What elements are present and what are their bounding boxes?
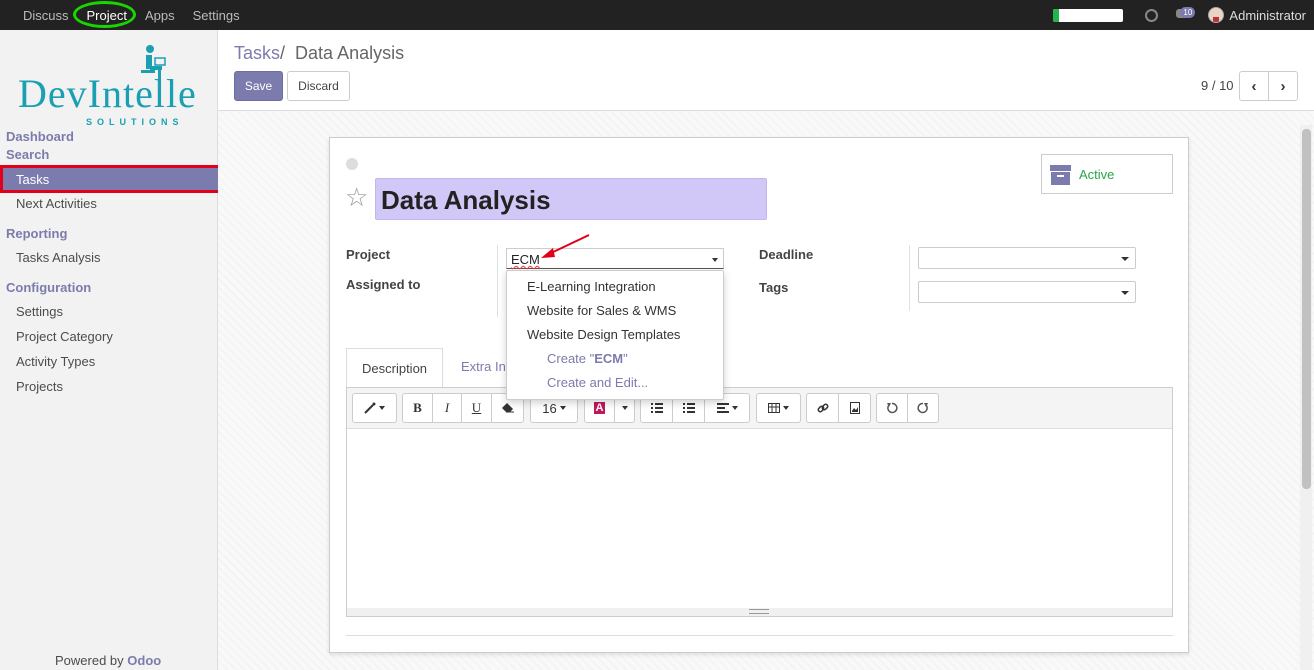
resize-grip-icon[interactable]	[749, 609, 769, 614]
field-divider-left	[497, 245, 498, 317]
link-icon[interactable]	[807, 394, 839, 422]
kanban-state-indicator[interactable]	[346, 158, 358, 170]
deadline-label: Deadline	[759, 247, 814, 262]
save-button[interactable]: Save	[234, 71, 283, 101]
table-icon[interactable]	[757, 394, 800, 422]
activity-clock-icon[interactable]	[1145, 8, 1159, 22]
menu-apps[interactable]: Apps	[136, 8, 184, 23]
chevron-right-icon: ›	[1280, 77, 1286, 95]
underline-icon[interactable]: U	[462, 394, 492, 422]
bold-icon[interactable]: B	[403, 394, 433, 422]
dropdown-option[interactable]: Website for Sales & WMS	[527, 303, 676, 318]
active-toggle-button[interactable]: Active	[1041, 154, 1173, 194]
user-name[interactable]: Administrator	[1229, 8, 1306, 23]
redo-icon[interactable]	[908, 394, 938, 422]
assigned-to-label: Assigned to	[346, 277, 421, 292]
chevron-left-icon: ‹	[1251, 77, 1257, 95]
messaging-icon[interactable]: 10	[1176, 7, 1196, 21]
sidebar-item-next-activities[interactable]: Next Activities	[16, 196, 97, 211]
editor-resize-bar[interactable]	[347, 608, 1172, 616]
logo-text: DevIntelle	[18, 71, 197, 116]
tags-field[interactable]	[918, 281, 1136, 303]
sidebar: DevIntelle SOLUTIONS Dashboard Search Ta…	[0, 30, 221, 670]
breadcrumb-separator: /	[280, 43, 286, 63]
dropdown-option[interactable]: Website Design Templates	[527, 327, 680, 342]
deadline-field[interactable]	[918, 247, 1136, 269]
tab-description[interactable]: Description	[346, 348, 443, 388]
top-navbar: Discuss Project Apps Settings 10 Adminis…	[0, 0, 1314, 30]
discard-button[interactable]: Discard	[287, 71, 350, 101]
history-group	[876, 393, 939, 423]
sidebar-item-project-category[interactable]: Project Category	[16, 329, 113, 344]
field-divider-right	[909, 245, 910, 311]
task-title-text: Data Analysis	[381, 185, 551, 215]
pager-previous-button[interactable]: ‹	[1239, 71, 1269, 101]
company-logo[interactable]: DevIntelle SOLUTIONS	[16, 44, 202, 134]
vertical-scrollbar[interactable]	[1300, 125, 1312, 670]
section-configuration: Configuration	[6, 280, 92, 295]
section-search[interactable]: Search	[6, 147, 49, 162]
breadcrumb: Tasks/ Data Analysis	[234, 43, 404, 64]
powered-by-prefix: Powered by	[55, 653, 124, 668]
form-separator	[346, 635, 1173, 636]
undo-icon[interactable]	[877, 394, 908, 422]
style-group	[352, 393, 397, 423]
tab-description-label: Description	[362, 361, 428, 376]
description-editor: B I U 16 A	[346, 387, 1173, 617]
sidebar-item-activity-types[interactable]: Activity Types	[16, 354, 95, 369]
annotation-arrow-icon	[541, 234, 590, 258]
sidebar-item-tasks-analysis[interactable]: Tasks Analysis	[16, 250, 101, 265]
table-group	[756, 393, 801, 423]
project-highlight-ellipse	[73, 1, 136, 28]
project-label: Project	[346, 247, 391, 262]
scrollbar-thumb[interactable]	[1302, 129, 1311, 489]
pager-value[interactable]: 9 / 10	[1201, 78, 1234, 93]
sidebar-item-projects[interactable]: Projects	[16, 379, 63, 394]
section-dashboard[interactable]: Dashboard	[6, 129, 74, 144]
archive-icon	[1050, 165, 1071, 185]
sidebar-item-tasks-label: Tasks	[16, 172, 50, 187]
logo-subtext: SOLUTIONS	[86, 117, 184, 127]
section-reporting: Reporting	[6, 226, 68, 241]
pager-next-button[interactable]: ›	[1268, 71, 1298, 101]
sidebar-item-tasks[interactable]: Tasks	[0, 165, 221, 193]
user-avatar[interactable]	[1208, 7, 1225, 23]
chevron-down-icon	[1121, 257, 1129, 261]
powered-by: Powered by Odoo	[55, 653, 161, 668]
font-size-value: 16	[542, 400, 557, 416]
tab-extra-info[interactable]: Extra In	[461, 359, 506, 374]
sidebar-item-settings[interactable]: Settings	[16, 304, 63, 319]
active-status-label: Active	[1079, 167, 1115, 182]
progress-fill	[1053, 8, 1060, 22]
odoo-link[interactable]: Odoo	[127, 653, 161, 668]
insert-group	[806, 393, 871, 423]
menu-discuss[interactable]: Discuss	[14, 8, 78, 23]
menu-settings[interactable]: Settings	[184, 8, 249, 23]
task-title-input[interactable]: Data Analysis	[375, 178, 767, 220]
italic-icon[interactable]: I	[433, 394, 462, 422]
message-count-badge: 10	[1180, 7, 1196, 18]
onboarding-progress-bar[interactable]	[1053, 8, 1124, 22]
dropdown-create-and-edit-option[interactable]: Create and Edit...	[547, 375, 648, 390]
chevron-down-icon	[1121, 291, 1129, 295]
form-sheet: ☆ Data Analysis Active Project Assigned …	[329, 137, 1189, 653]
magic-wand-icon[interactable]	[353, 394, 396, 422]
breadcrumb-tasks[interactable]: Tasks	[234, 43, 280, 63]
priority-star-icon[interactable]: ☆	[345, 182, 368, 213]
chevron-down-icon	[712, 258, 718, 262]
editor-toolbar: B I U 16 A	[347, 388, 1172, 429]
breadcrumb-current: Data Analysis	[295, 43, 405, 63]
project-autocomplete-dropdown: E-Learning Integration Website for Sales…	[506, 270, 724, 400]
dropdown-create-option[interactable]: Create "ECM"	[547, 351, 628, 366]
tags-label: Tags	[759, 280, 789, 295]
image-icon[interactable]	[839, 394, 870, 422]
dropdown-option[interactable]: E-Learning Integration	[527, 279, 656, 294]
